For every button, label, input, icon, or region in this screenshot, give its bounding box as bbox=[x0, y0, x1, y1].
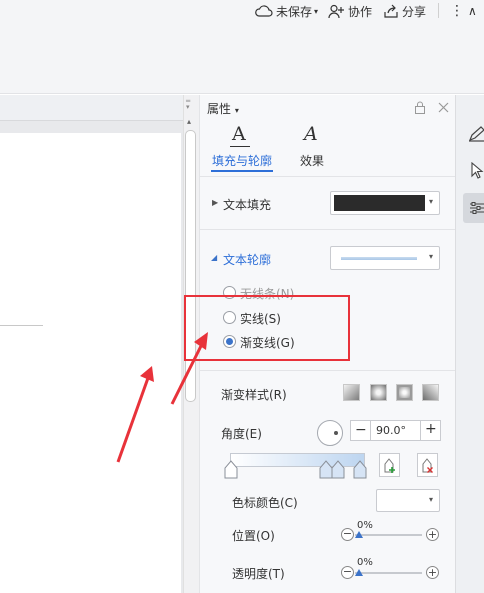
expand-arrow-icon[interactable]: ▶ bbox=[212, 198, 218, 207]
position-decrease-icon[interactable]: − bbox=[341, 528, 354, 541]
add-stop-icon bbox=[384, 458, 395, 473]
stop-color-label: 色标颜色(C) bbox=[232, 496, 298, 510]
remove-stop-icon bbox=[422, 458, 433, 473]
position-slider-thumb[interactable] bbox=[355, 531, 363, 538]
tab-effects[interactable]: 效果 bbox=[300, 152, 324, 169]
panel-title-text: 属性 bbox=[207, 102, 232, 116]
chevron-down-icon: ▾ bbox=[314, 6, 319, 16]
transparency-value: 0% bbox=[357, 557, 373, 568]
angle-value[interactable]: 90.0° bbox=[376, 424, 406, 437]
tab-divider bbox=[199, 176, 455, 177]
text-fill-dropdown[interactable]: ▾ bbox=[330, 191, 440, 215]
more-icon[interactable]: ⋮ bbox=[450, 2, 464, 20]
settings-sliders-icon bbox=[470, 202, 484, 214]
chevron-down-icon: ▾ bbox=[429, 197, 434, 206]
angle-label: 角度(E) bbox=[221, 427, 262, 441]
decrement-icon[interactable]: − bbox=[355, 422, 367, 438]
cloud-icon bbox=[255, 5, 273, 17]
text-outline-dropdown[interactable]: ▾ bbox=[330, 246, 440, 270]
unsaved-button[interactable]: 未保存 ▾ bbox=[255, 2, 318, 20]
ruler bbox=[0, 95, 183, 121]
lock-icon[interactable] bbox=[414, 101, 426, 114]
gradient-radial-swatch[interactable] bbox=[370, 384, 387, 401]
transparency-slider-thumb[interactable] bbox=[355, 569, 363, 576]
fill-outline-icon-glyph: A bbox=[232, 123, 246, 145]
transparency-slider-track[interactable] bbox=[355, 572, 422, 574]
position-slider-track[interactable] bbox=[355, 534, 422, 536]
collapse-arrow-icon[interactable]: ◢ bbox=[211, 253, 217, 262]
gradient-rect-swatch[interactable] bbox=[396, 384, 413, 401]
share-button[interactable]: 分享 bbox=[383, 2, 426, 20]
stepper-divider bbox=[420, 421, 421, 440]
effects-icon-glyph: A bbox=[304, 123, 318, 145]
properties-strip-button[interactable] bbox=[463, 193, 484, 223]
collapse-icon[interactable]: ∧ bbox=[468, 2, 477, 20]
pen-icon[interactable] bbox=[468, 126, 484, 142]
active-tab-indicator bbox=[211, 170, 273, 172]
unsaved-label: 未保存 bbox=[276, 4, 313, 19]
tab-fill-outline[interactable]: 填充与轮廓 bbox=[212, 152, 272, 169]
add-user-icon bbox=[328, 4, 344, 18]
share-label: 分享 bbox=[402, 4, 427, 19]
page-margin-line bbox=[0, 325, 43, 326]
angle-dial-marker bbox=[334, 431, 338, 435]
position-value: 0% bbox=[357, 520, 373, 531]
text-fill-color-swatch bbox=[334, 195, 425, 211]
gradient-linear-swatch[interactable] bbox=[343, 384, 360, 401]
add-stop-button[interactable] bbox=[379, 453, 400, 477]
fill-outline-tab-icon: A bbox=[232, 123, 246, 145]
annotation-arrows bbox=[116, 332, 208, 463]
fill-outline-icon-underline bbox=[230, 146, 250, 147]
text-fill-label: 文本填充 bbox=[223, 198, 272, 212]
position-increase-icon[interactable]: + bbox=[426, 528, 439, 541]
transparency-increase-icon[interactable]: + bbox=[426, 566, 439, 579]
share-icon bbox=[384, 4, 398, 18]
text-outline-label: 文本轮廓 bbox=[223, 253, 272, 267]
section-divider bbox=[199, 229, 455, 230]
collab-label: 协作 bbox=[348, 4, 373, 19]
angle-dial[interactable] bbox=[317, 420, 343, 446]
stepper-divider bbox=[370, 421, 371, 440]
split-handle-icon[interactable]: ═ ▾ bbox=[186, 98, 190, 111]
chevron-down-icon: ▾ bbox=[234, 106, 239, 115]
chevron-down-icon: ▾ bbox=[429, 495, 434, 504]
close-icon[interactable] bbox=[438, 102, 449, 113]
section-divider bbox=[199, 370, 455, 371]
panel-title[interactable]: 属性 ▾ bbox=[207, 100, 239, 117]
angle-stepper[interactable]: − 90.0° + bbox=[350, 420, 441, 441]
cursor-icon[interactable] bbox=[471, 162, 484, 179]
outline-preview-line bbox=[341, 257, 417, 260]
chevron-down-icon: ▾ bbox=[429, 252, 434, 261]
position-label: 位置(O) bbox=[232, 529, 275, 543]
collab-button[interactable]: 协作 bbox=[328, 2, 372, 20]
transparency-label: 透明度(T) bbox=[232, 567, 285, 581]
increment-icon[interactable]: + bbox=[425, 421, 437, 437]
effects-tab-icon: A bbox=[304, 123, 318, 145]
toolbar-divider bbox=[438, 3, 439, 18]
gradient-style-label: 渐变样式(R) bbox=[221, 388, 287, 402]
gradient-stops[interactable] bbox=[222, 456, 370, 480]
stop-color-dropdown[interactable]: ▾ bbox=[376, 489, 440, 512]
transparency-decrease-icon[interactable]: − bbox=[341, 566, 354, 579]
scroll-up-icon[interactable]: ▴ bbox=[187, 117, 191, 126]
gradient-path-swatch[interactable] bbox=[422, 384, 439, 401]
remove-stop-button[interactable] bbox=[417, 453, 438, 477]
